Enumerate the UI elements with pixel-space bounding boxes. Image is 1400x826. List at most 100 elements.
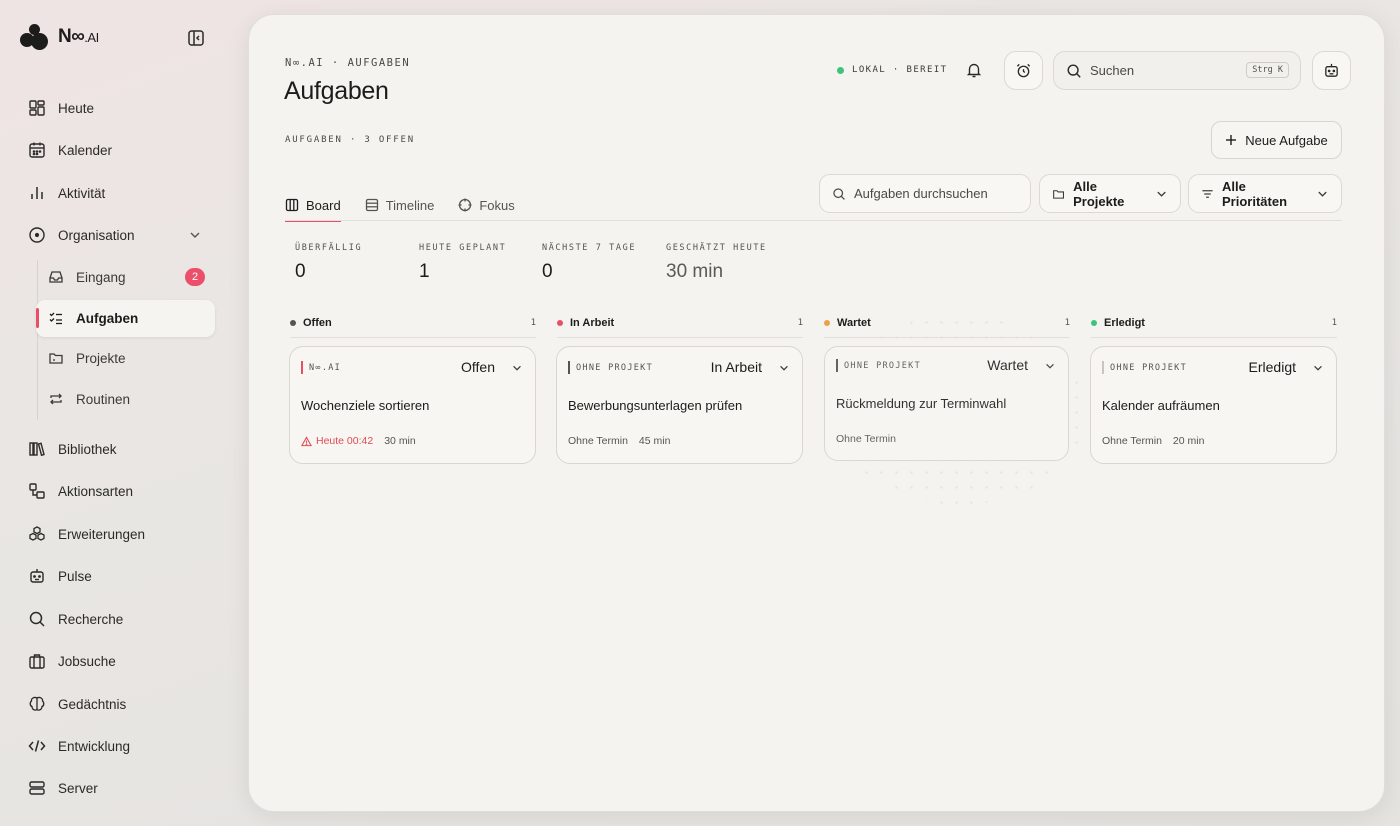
task-meta: Ohne Termin 20 min	[1102, 435, 1204, 447]
sidebar-item-label: Aufgaben	[76, 310, 139, 326]
filter-lines-icon	[1202, 189, 1213, 198]
sidebar-item-jobsuche[interactable]: Jobsuche	[28, 649, 116, 673]
task-state-select[interactable]: Wartet	[987, 357, 1028, 373]
search-icon	[29, 611, 45, 627]
alarm-clock-icon	[1016, 63, 1031, 78]
brand-logo-icon	[20, 24, 48, 50]
tab-board[interactable]: Board	[285, 191, 341, 222]
task-state-select[interactable]: In Arbeit	[711, 359, 762, 375]
project-accent-bar	[1102, 361, 1104, 374]
task-duration: 30 min	[384, 435, 416, 447]
sidebar-item-organisation[interactable]: Organisation	[28, 223, 135, 247]
priority-filter-select[interactable]: Alle Prioritäten	[1188, 174, 1342, 213]
main-panel: N∞.AI · AUFGABEN Aufgaben AUFGABEN · 3 O…	[248, 14, 1385, 812]
task-card[interactable]: OHNE PROJEKT Erledigt Kalender aufräumen…	[1090, 346, 1337, 464]
sidebar-item-erweiterungen[interactable]: Erweiterungen	[28, 522, 145, 546]
sidebar: N∞.AI Heute Kalender Aktivität Organisat…	[0, 0, 248, 826]
chevron-down-icon[interactable]	[511, 362, 523, 374]
task-count-label: AUFGABEN · 3 OFFEN	[285, 135, 415, 145]
stat-overdue: ÜBERFÄLLIG 0	[295, 243, 362, 283]
sidebar-item-entwicklung[interactable]: Entwicklung	[28, 734, 130, 758]
column-title: Offen	[303, 317, 332, 329]
brain-icon	[29, 696, 45, 711]
sidebar-item-gedaechtnis[interactable]: Gedächtnis	[28, 692, 126, 716]
sidebar-item-projekte[interactable]: Projekte	[48, 346, 126, 370]
bell-icon[interactable]	[965, 61, 983, 79]
bar-chart-icon	[31, 187, 43, 199]
priority-filter-value: Alle Prioritäten	[1222, 178, 1288, 209]
task-project: N∞.AI	[301, 361, 341, 374]
stat-value: 0	[542, 261, 553, 282]
sidebar-item-heute[interactable]: Heute	[28, 96, 94, 120]
tab-label: Timeline	[385, 197, 435, 213]
chevron-down-icon[interactable]	[188, 228, 202, 242]
task-search-placeholder: Aufgaben durchsuchen	[854, 186, 988, 201]
server-icon	[29, 781, 45, 795]
task-card[interactable]: OHNE PROJEKT In Arbeit Bewerbungsunterla…	[556, 346, 803, 464]
dashboard-icon	[29, 100, 45, 116]
robot-icon	[30, 569, 44, 583]
column-title: In Arbeit	[570, 317, 615, 329]
column-count: 1	[530, 318, 536, 328]
column-title: Erledigt	[1104, 317, 1145, 329]
stat-label: NÄCHSTE 7 TAGE	[542, 243, 637, 253]
task-due: Ohne Termin	[836, 433, 896, 445]
inbox-icon	[49, 271, 63, 283]
chevron-down-icon[interactable]	[1044, 360, 1056, 372]
tab-label: Board	[306, 197, 341, 213]
task-search-input[interactable]: Aufgaben durchsuchen	[819, 174, 1031, 213]
sidebar-item-label: Gedächtnis	[58, 696, 127, 712]
task-state-select[interactable]: Erledigt	[1249, 359, 1296, 375]
chevron-down-icon	[1318, 191, 1327, 197]
tab-timeline[interactable]: Timeline	[365, 191, 435, 219]
plus-icon	[1226, 135, 1237, 145]
task-card[interactable]: N∞.AI Offen Wochenziele sortieren Heute …	[289, 346, 536, 464]
sidebar-item-pulse[interactable]: Pulse	[28, 564, 92, 588]
library-icon	[29, 442, 45, 457]
subnav-active-indicator	[36, 308, 39, 328]
tab-divider	[285, 220, 1342, 221]
chevron-down-icon[interactable]	[778, 362, 790, 374]
column-status-dot-icon	[557, 320, 563, 326]
alarm-button[interactable]	[1004, 51, 1043, 90]
column-header-in-arbeit: In Arbeit 1	[557, 317, 803, 338]
project-filter-select[interactable]: Alle Projekte	[1039, 174, 1181, 213]
sidebar-item-aktivitaet[interactable]: Aktivität	[28, 181, 105, 205]
tab-fokus[interactable]: Fokus	[458, 191, 515, 219]
assistant-button[interactable]	[1312, 51, 1351, 90]
sidebar-item-aufgaben[interactable]: Aufgaben	[48, 306, 138, 330]
column-status-dot-icon	[1091, 320, 1097, 326]
chevron-down-icon[interactable]	[1312, 362, 1324, 374]
search-icon	[833, 187, 845, 200]
sidebar-item-label: Eingang	[76, 269, 126, 285]
stat-next-7-days: NÄCHSTE 7 TAGE 0	[542, 243, 636, 283]
sidebar-item-server[interactable]: Server	[28, 776, 98, 800]
task-duration: 45 min	[638, 435, 671, 447]
cubes-icon	[29, 526, 45, 541]
stat-value: 0	[295, 261, 306, 282]
global-search-input[interactable]: Suchen Strg K	[1053, 51, 1301, 90]
task-state-select[interactable]: Offen	[461, 359, 495, 375]
sidebar-item-eingang[interactable]: Eingang	[48, 265, 126, 289]
crosshair-icon	[458, 198, 472, 212]
folder-icon	[1053, 189, 1065, 199]
column-status-dot-icon	[824, 320, 830, 326]
sidebar-item-kalender[interactable]: Kalender	[28, 138, 112, 162]
sidebar-item-bibliothek[interactable]: Bibliothek	[28, 437, 117, 461]
sidebar-item-routinen[interactable]: Routinen	[48, 387, 130, 411]
new-task-label: Neue Aufgabe	[1245, 132, 1328, 148]
calendar-icon	[29, 142, 45, 158]
status-dot-icon	[837, 66, 844, 74]
task-card[interactable]: OHNE PROJEKT Wartet Rückmeldung zur Term…	[824, 346, 1069, 461]
sidebar-item-label: Projekte	[76, 350, 126, 366]
sidebar-item-label: Recherche	[58, 611, 124, 627]
search-shortcut: Strg K	[1246, 62, 1289, 78]
brand[interactable]: N∞.AI	[20, 24, 99, 50]
sidebar-item-recherche[interactable]: Recherche	[28, 607, 123, 631]
sidebar-item-aktionsarten[interactable]: Aktionsarten	[28, 479, 133, 503]
sidebar-collapse-icon[interactable]	[186, 28, 206, 48]
column-status-dot-icon	[290, 320, 296, 326]
new-task-button[interactable]: Neue Aufgabe	[1211, 121, 1342, 159]
task-title: Rückmeldung zur Terminwahl	[836, 396, 1007, 411]
folder-icon	[49, 353, 63, 364]
